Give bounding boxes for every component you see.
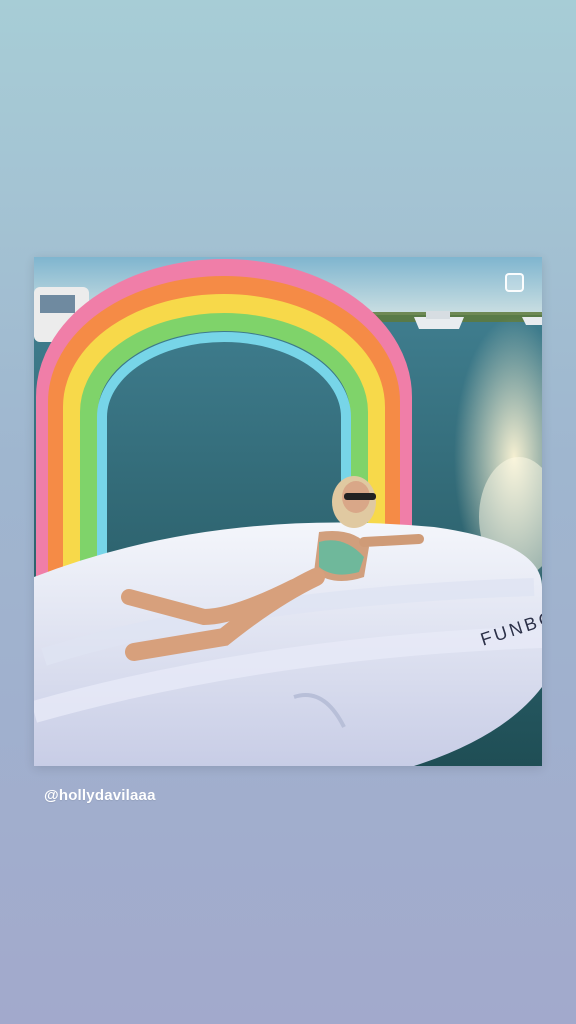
user-mention[interactable]: @hollydavilaaa xyxy=(44,787,156,804)
reposted-photo[interactable]: FUNBO xyxy=(34,257,542,766)
photo-image: FUNBO xyxy=(34,257,542,766)
select-checkbox-icon[interactable] xyxy=(505,273,524,292)
